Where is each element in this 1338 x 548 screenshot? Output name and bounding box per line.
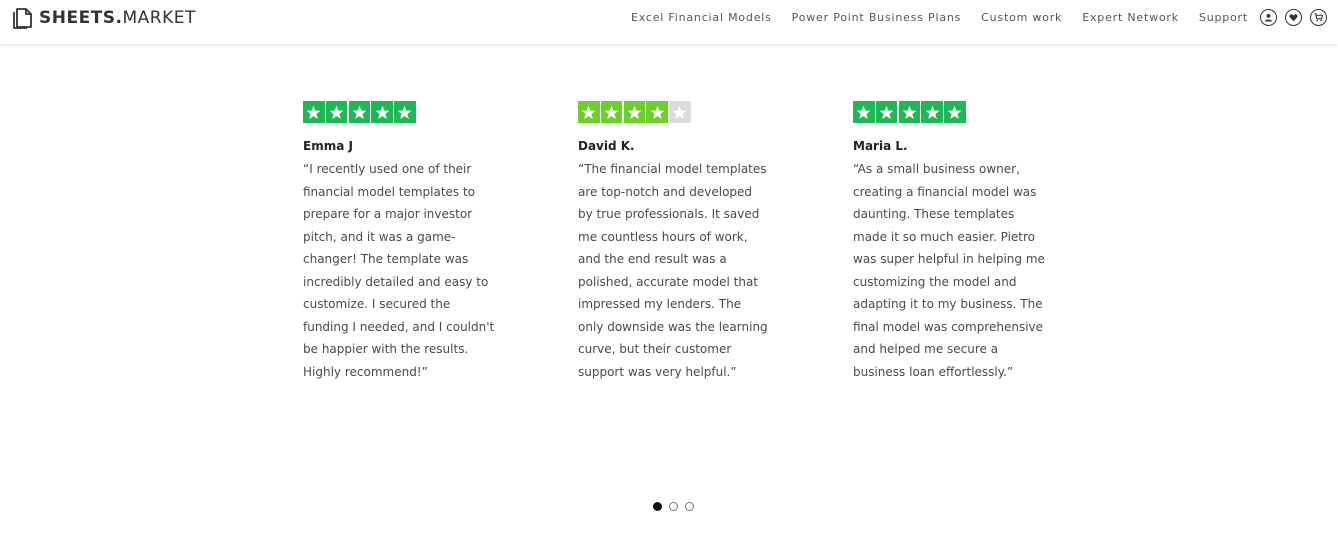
star-filled-icon	[875, 101, 898, 123]
star-rating	[853, 101, 1053, 123]
carousel-dot[interactable]	[685, 502, 694, 511]
review-text: “I recently used one of their financial …	[303, 162, 495, 379]
reviewer-name: David K.	[578, 139, 635, 153]
heart-icon[interactable]	[1285, 9, 1302, 26]
star-filled-icon	[394, 101, 416, 123]
nav-support[interactable]: Support	[1199, 10, 1248, 26]
review-text: “As a small business owner, creating a f…	[853, 162, 1045, 379]
nav-custom-work[interactable]: Custom work	[981, 10, 1062, 26]
nav-excel-financial-models[interactable]: Excel Financial Models	[631, 10, 772, 26]
reviewer-name: Maria L.	[853, 139, 908, 153]
star-filled-icon	[303, 101, 325, 123]
nav-expert-network[interactable]: Expert Network	[1082, 10, 1179, 26]
main-nav: Excel Financial Models Power Point Busin…	[631, 10, 1248, 26]
star-filled-icon	[371, 101, 393, 123]
user-icon[interactable]	[1260, 9, 1277, 26]
review-text: “The financial model templates are top-n…	[578, 162, 768, 379]
star-rating	[303, 101, 503, 123]
site-header: SHEETS.MARKET Excel Financial Models Pow…	[0, 0, 1338, 44]
cart-icon[interactable]	[1310, 9, 1327, 26]
document-icon	[11, 6, 33, 30]
nav-power-point-business-plans[interactable]: Power Point Business Plans	[792, 10, 962, 26]
star-filled-icon	[898, 101, 921, 123]
star-filled-icon	[853, 101, 875, 123]
star-filled-icon	[578, 101, 600, 123]
carousel-dot[interactable]	[669, 502, 678, 511]
star-filled-icon	[623, 101, 646, 123]
logo-text-light: MARKET	[122, 8, 196, 28]
star-empty-icon	[669, 101, 691, 123]
review-card: Maria L. “As a small business owner, cre…	[853, 101, 1053, 383]
review-card: David K. “The financial model templates …	[578, 101, 778, 383]
star-filled-icon	[921, 101, 943, 123]
star-filled-icon	[600, 101, 623, 123]
header-icons	[1260, 9, 1327, 26]
site-logo[interactable]: SHEETS.MARKET	[11, 6, 196, 30]
reviewer-name: Emma J	[303, 139, 353, 153]
logo-text: SHEETS.MARKET	[39, 7, 196, 29]
star-rating	[578, 101, 778, 123]
review-card: Emma J “I recently used one of their fin…	[303, 101, 503, 383]
star-filled-icon	[348, 101, 371, 123]
carousel-dots	[653, 502, 694, 511]
star-filled-icon	[646, 101, 668, 123]
star-filled-icon	[944, 101, 966, 123]
logo-text-bold: SHEETS.	[39, 8, 123, 28]
star-filled-icon	[325, 101, 348, 123]
carousel-dot[interactable]	[653, 502, 662, 511]
